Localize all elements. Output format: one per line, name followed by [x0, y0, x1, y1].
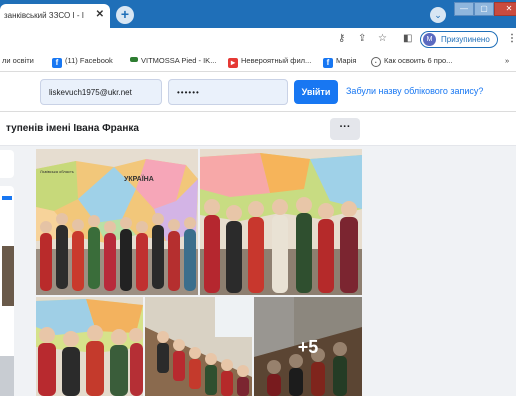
- bookmark-label: VITMOSSA Pied - IK...: [141, 56, 217, 65]
- browser-toolbar: ⚷ ⇪ ☆ ◧ M Призупинено ⋮: [0, 28, 516, 50]
- forgot-account-link[interactable]: Забули назву облікового запису?: [346, 86, 483, 96]
- key-icon[interactable]: ⚷: [338, 33, 345, 44]
- tab-title: занківський ЗЗСО І - І: [4, 11, 84, 20]
- photo-1-image: УКРАЇНА Львівська область: [36, 149, 198, 295]
- photo-3[interactable]: [36, 297, 143, 396]
- bookmarks-overflow-icon[interactable]: »: [505, 56, 509, 65]
- menu-icon[interactable]: ⋮: [507, 33, 516, 44]
- bookmark-label: ли освіти: [2, 56, 34, 65]
- photo-4-image: [145, 297, 252, 396]
- close-tab-icon[interactable]: ✕: [96, 9, 104, 20]
- more-photos-overlay[interactable]: +5: [254, 297, 362, 396]
- tab-search-icon[interactable]: ⌄: [430, 7, 446, 23]
- bookmark-item[interactable]: f (11) Facebook: [52, 56, 113, 68]
- close-window-button[interactable]: ✕: [494, 2, 516, 16]
- page-header: тупенів імені Івана Франка ···: [0, 112, 516, 146]
- left-card-link[interactable]: [2, 196, 12, 200]
- youtube-icon: ▸: [228, 58, 238, 68]
- photo-5[interactable]: +5: [254, 297, 362, 396]
- browser-tab[interactable]: занківський ЗЗСО І - І ✕: [0, 4, 110, 28]
- email-field[interactable]: liskevuch1975@ukr.net: [40, 79, 162, 105]
- minimize-button[interactable]: —: [454, 2, 474, 16]
- bookmarks-bar: ли освіти f (11) Facebook VITMOSSA Pied -…: [0, 50, 516, 72]
- bookmark-item[interactable]: ли освіти: [2, 56, 34, 65]
- vitmossa-icon: [130, 57, 138, 62]
- bookmark-item[interactable]: · Как освоить 6 про...: [371, 56, 452, 67]
- left-card: [0, 186, 14, 396]
- profile-button[interactable]: M Призупинено: [420, 31, 498, 48]
- left-card: [0, 150, 14, 178]
- bookmark-label: Как освоить 6 про...: [384, 56, 453, 65]
- left-column: [0, 146, 30, 396]
- map-label-ukraine: УКРАЇНА: [124, 175, 154, 183]
- photo-2[interactable]: [200, 149, 362, 295]
- share-icon[interactable]: ⇪: [358, 33, 366, 44]
- maximize-button[interactable]: ▢: [474, 2, 494, 16]
- bookmark-item[interactable]: ▸ Невероятный фил...: [228, 56, 311, 68]
- sidepanel-icon[interactable]: ◧: [403, 33, 412, 44]
- more-options-button[interactable]: ···: [330, 118, 360, 140]
- bookmark-label: (11) Facebook: [65, 56, 113, 65]
- globe-icon: ·: [371, 57, 381, 67]
- star-icon[interactable]: ☆: [378, 33, 387, 44]
- photo-2-image: [200, 149, 362, 295]
- profile-status: Призупинено: [441, 35, 490, 44]
- photo-1[interactable]: УКРАЇНА Львівська область: [36, 149, 198, 295]
- map-label-region: Львівська область: [40, 169, 74, 174]
- facebook-login-bar: liskevuch1975@ukr.net •••••• Увійти Забу…: [0, 72, 516, 112]
- photo-grid: УКРАЇНА Львівська область +5: [36, 149, 362, 396]
- bookmark-item[interactable]: VITMOSSA Pied - IK...: [130, 56, 216, 65]
- bookmark-label: Марія: [336, 56, 357, 65]
- bookmark-label: Невероятный фил...: [241, 56, 312, 65]
- password-field[interactable]: ••••••: [168, 79, 288, 105]
- new-tab-button[interactable]: +: [116, 6, 134, 24]
- left-card-image: [0, 356, 14, 396]
- photo-3-image: [36, 297, 143, 396]
- page-title: тупенів імені Івана Франка: [6, 123, 139, 134]
- window-controls: — ▢ ✕: [454, 2, 516, 18]
- login-button[interactable]: Увійти: [294, 80, 338, 104]
- avatar: M: [423, 33, 436, 46]
- bookmark-item[interactable]: f Марія: [323, 56, 356, 68]
- left-card-image: [2, 246, 14, 306]
- facebook-icon: f: [52, 58, 62, 68]
- facebook-icon: f: [323, 58, 333, 68]
- browser-tab-bar: занківський ЗЗСО І - І ✕ + ⌄ — ▢ ✕: [0, 0, 516, 28]
- photo-4[interactable]: [145, 297, 252, 396]
